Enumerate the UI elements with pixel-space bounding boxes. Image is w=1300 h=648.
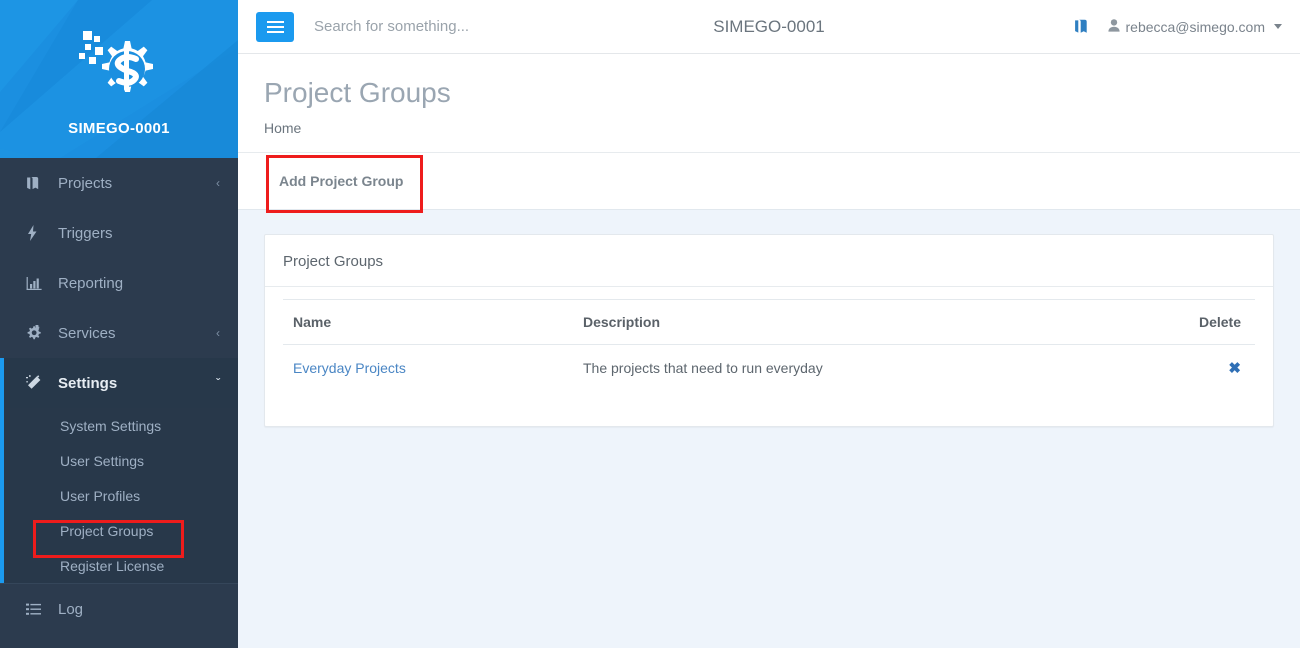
column-header-name: Name bbox=[283, 298, 573, 345]
brand-logo bbox=[77, 27, 161, 110]
sidebar-item-triggers[interactable]: Triggers bbox=[0, 208, 238, 258]
sidebar-item-label: Projects bbox=[58, 174, 113, 192]
table-header-row: Name Description Delete bbox=[283, 298, 1255, 345]
gears-icon bbox=[26, 325, 50, 341]
sidebar-item-services[interactable]: Services ‹ bbox=[0, 308, 238, 358]
user-menu[interactable]: rebecca@simego.com bbox=[1107, 18, 1282, 35]
submenu-item-label: User Profiles bbox=[60, 487, 141, 504]
sidebar: SIMEGO-0001 Projects ‹ Triggers Reportin… bbox=[0, 0, 238, 648]
hamburger-bar bbox=[266, 30, 284, 33]
delete-icon[interactable]: ✖ bbox=[1228, 360, 1241, 377]
user-email-label: rebecca@simego.com bbox=[1125, 18, 1266, 35]
add-project-group-button[interactable]: Add Project Group bbox=[264, 163, 419, 198]
sidebar-item-reporting[interactable]: Reporting bbox=[0, 258, 238, 308]
sidebar-nav: Projects ‹ Triggers Reporting Services ‹… bbox=[0, 158, 238, 408]
table-body: Everyday Projects The projects that need… bbox=[283, 344, 1255, 392]
submenu-item-user-profiles[interactable]: User Profiles bbox=[4, 478, 238, 513]
hamburger-bar bbox=[266, 25, 284, 28]
hamburger-bar bbox=[266, 20, 284, 23]
table-row: Everyday Projects The projects that need… bbox=[283, 344, 1255, 392]
app-window: SIMEGO-0001 Projects ‹ Triggers Reportin… bbox=[0, 0, 1300, 648]
top-bar: SIMEGO-0001 rebecca@simego.co bbox=[238, 0, 1300, 54]
brand-panel: SIMEGO-0001 bbox=[0, 0, 238, 158]
column-header-delete: Delete bbox=[1173, 298, 1255, 345]
submenu-item-label: Project Groups bbox=[60, 522, 154, 539]
table-header: Name Description Delete bbox=[283, 298, 1255, 345]
submenu-item-label: System Settings bbox=[60, 417, 162, 434]
panel-heading: Project Groups bbox=[265, 235, 1273, 287]
submenu-item-register-license[interactable]: Register License bbox=[4, 548, 238, 583]
panel-body: Name Description Delete Everyday Project… bbox=[265, 287, 1273, 426]
sidebar-item-settings[interactable]: Settings ˇ bbox=[0, 358, 238, 408]
column-header-description: Description bbox=[573, 298, 1173, 345]
submenu-item-label: User Settings bbox=[60, 452, 145, 469]
submenu-item-user-settings[interactable]: User Settings bbox=[4, 443, 238, 478]
gear-s-logo-icon bbox=[79, 31, 153, 92]
cell-name: Everyday Projects bbox=[283, 344, 573, 392]
user-icon bbox=[1107, 18, 1120, 35]
submenu-item-label: Register License bbox=[60, 557, 165, 574]
hamburger-menu-button[interactable] bbox=[256, 11, 294, 42]
chevron-left-icon: ‹ bbox=[216, 176, 220, 190]
sidebar-nav-bottom: Log bbox=[0, 583, 238, 634]
cell-delete: ✖ bbox=[1173, 344, 1255, 392]
submenu-item-system-settings[interactable]: System Settings bbox=[4, 408, 238, 443]
project-groups-table: Name Description Delete Everyday Project… bbox=[283, 298, 1255, 392]
project-groups-panel: Project Groups Name Description Delete E… bbox=[264, 233, 1274, 427]
sidebar-item-log[interactable]: Log bbox=[0, 584, 238, 634]
page-content: Project Groups Name Description Delete E… bbox=[238, 210, 1300, 648]
submenu-item-project-groups[interactable]: Project Groups bbox=[4, 513, 238, 548]
sidebar-item-label: Triggers bbox=[58, 224, 113, 242]
breadcrumb-item-home[interactable]: Home bbox=[264, 120, 301, 136]
sidebar-item-label: Reporting bbox=[58, 274, 124, 292]
settings-submenu: System Settings User Settings User Profi… bbox=[0, 408, 238, 583]
page-title: Project Groups bbox=[264, 77, 451, 108]
top-bar-right: rebecca@simego.com bbox=[1073, 18, 1282, 35]
sidebar-item-label: Settings bbox=[58, 374, 118, 392]
sidebar-item-label: Log bbox=[58, 600, 84, 618]
magic-wand-icon bbox=[26, 375, 50, 391]
book-icon bbox=[26, 176, 50, 191]
page-header: Project Groups Home bbox=[238, 54, 1300, 153]
chevron-down-icon bbox=[1274, 24, 1282, 29]
bolt-icon bbox=[26, 225, 50, 241]
chevron-down-icon: ˇ bbox=[216, 376, 220, 390]
main-area: SIMEGO-0001 rebecca@simego.co bbox=[238, 0, 1300, 648]
bar-chart-icon bbox=[26, 276, 50, 291]
brand-title: SIMEGO-0001 bbox=[68, 120, 170, 137]
sidebar-item-projects[interactable]: Projects ‹ bbox=[0, 158, 238, 208]
list-icon bbox=[26, 603, 50, 616]
cell-description: The projects that need to run everyday bbox=[573, 344, 1173, 392]
sidebar-item-label: Services bbox=[58, 324, 116, 342]
page-toolbar: Add Project Group bbox=[238, 152, 1300, 210]
book-icon[interactable] bbox=[1073, 19, 1090, 34]
chevron-left-icon: ‹ bbox=[216, 326, 220, 340]
search-input[interactable] bbox=[314, 8, 644, 45]
breadcrumb[interactable]: Home bbox=[264, 120, 1274, 136]
project-group-link[interactable]: Everyday Projects bbox=[293, 360, 406, 376]
